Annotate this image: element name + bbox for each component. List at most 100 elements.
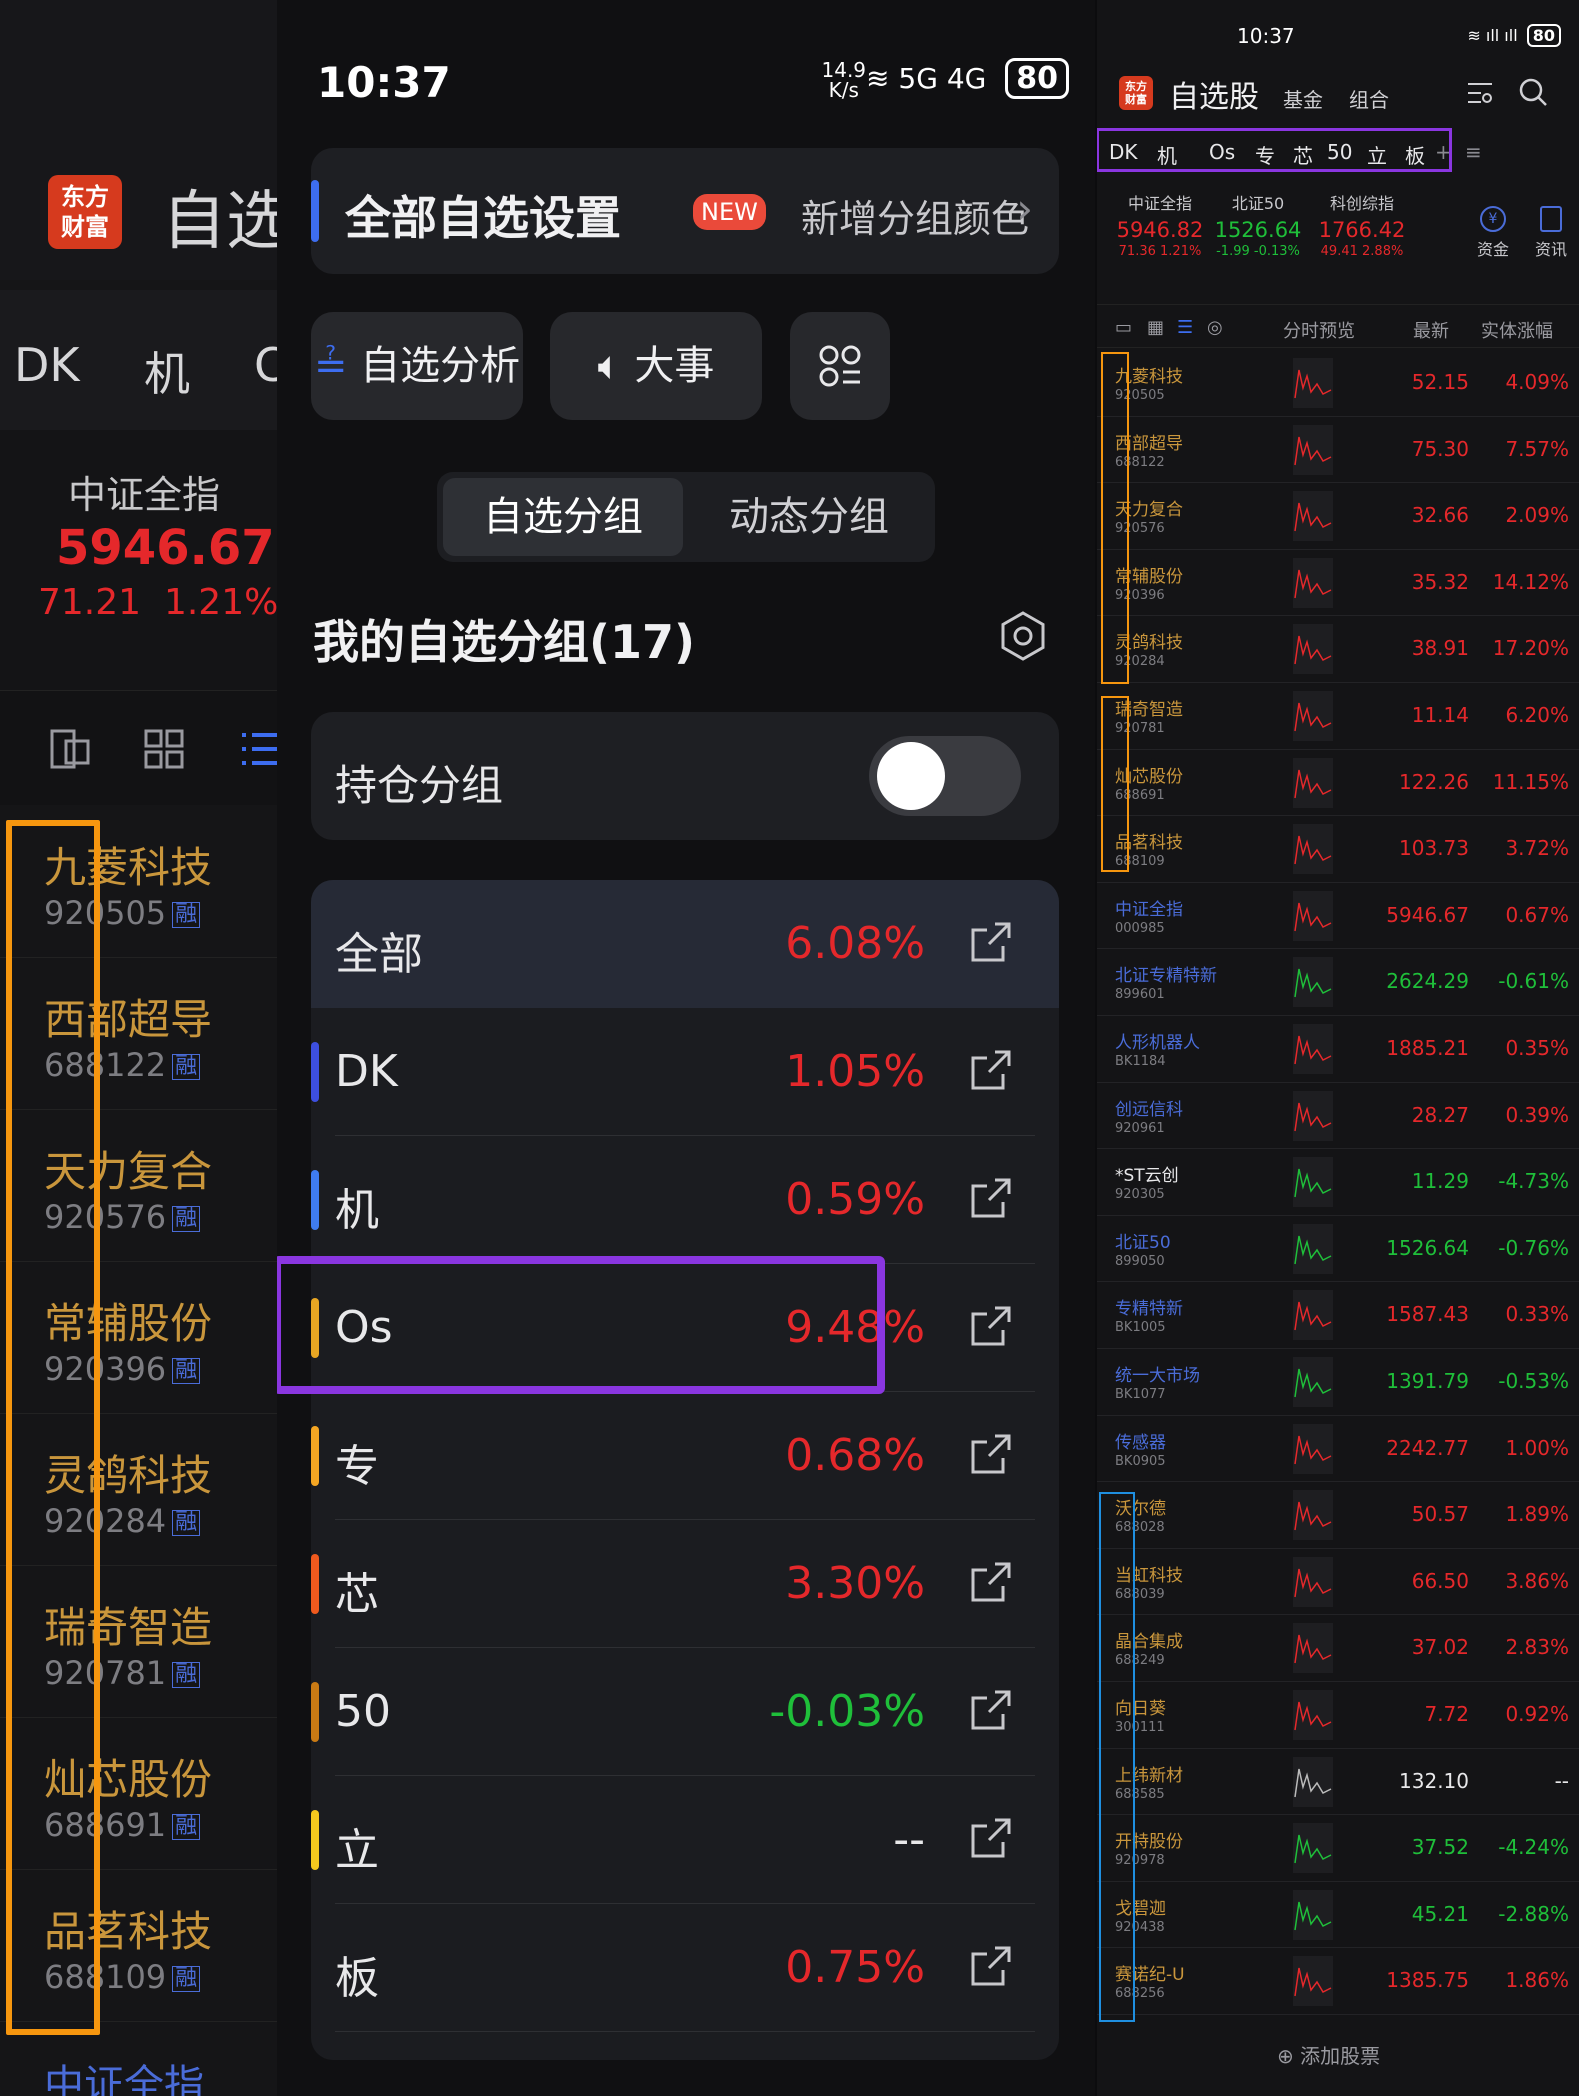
group-row[interactable]: 芯 3.30% — [311, 1520, 1059, 1648]
group-row[interactable]: 专 0.68% — [311, 1392, 1059, 1520]
table-row[interactable]: 创远信科 920961 28.27 0.39% — [1097, 1083, 1579, 1150]
share-icon[interactable] — [965, 1940, 1017, 1992]
group-row[interactable]: 立 -- — [311, 1776, 1059, 1904]
share-icon[interactable] — [965, 1428, 1017, 1480]
left-bottom-index[interactable]: 中证全指 — [44, 2052, 204, 2096]
col-preview[interactable]: 分时预览 — [1283, 317, 1355, 343]
grid-icon-small[interactable]: ▦ — [1147, 317, 1164, 338]
fund-flow-button[interactable]: ¥ 资金 — [1477, 206, 1509, 260]
table-row[interactable]: 专精特新 BK1005 1587.43 0.33% — [1097, 1282, 1579, 1349]
tab-combo[interactable]: 组合 — [1349, 84, 1389, 113]
layout-icon[interactable] — [48, 727, 92, 771]
table-row[interactable]: 北证50 899050 1526.64 -0.76% — [1097, 1216, 1579, 1283]
target-icon[interactable]: ◎ — [1207, 317, 1223, 338]
row-price: 66.50 — [1411, 1568, 1469, 1593]
holding-group-toggle[interactable] — [869, 736, 1021, 816]
share-icon[interactable] — [965, 1812, 1017, 1864]
share-icon[interactable] — [965, 1684, 1017, 1736]
sparkline — [1293, 1956, 1333, 2007]
row-code: BK1005 — [1115, 1320, 1166, 1336]
filter-menu-icon[interactable] — [1465, 78, 1495, 108]
table-row[interactable]: 赛诺纪-U 688256 1385.75 1.86% — [1097, 1948, 1579, 2015]
sparkline — [1293, 691, 1333, 741]
table-row[interactable]: 瑞奇智造 920781 11.14 6.20% — [1097, 683, 1579, 750]
table-row[interactable]: 向日葵 300111 7.72 0.92% — [1097, 1682, 1579, 1749]
index-change: -1.99 -0.13% — [1203, 244, 1313, 259]
table-row[interactable]: 上纬新材 688585 132.10 -- — [1097, 1749, 1579, 1816]
table-row[interactable]: 西部超导 688122 75.30 7.57% — [1097, 417, 1579, 484]
share-icon[interactable] — [965, 1172, 1017, 1224]
table-row[interactable]: 人形机器人 BK1184 1885.21 0.35% — [1097, 1016, 1579, 1083]
group-row[interactable]: 板 0.75% — [311, 1904, 1059, 2032]
grid-icon[interactable] — [142, 727, 186, 771]
index-change: 49.41 2.88% — [1307, 244, 1417, 259]
col-change[interactable]: 实体涨幅 — [1481, 317, 1553, 343]
tab-fund[interactable]: 基金 — [1283, 84, 1323, 113]
share-icon[interactable] — [965, 1300, 1017, 1352]
tab-ji[interactable]: 机 — [144, 338, 190, 404]
app-logo-right[interactable]: 东方 财富 — [1119, 76, 1153, 110]
news-button[interactable]: 资讯 — [1535, 206, 1567, 260]
table-row[interactable]: 灵鸽科技 920284 38.91 17.20% — [1097, 616, 1579, 683]
group-row[interactable]: 机 0.59% — [311, 1136, 1059, 1264]
share-icon[interactable] — [965, 1044, 1017, 1096]
row-code: BK0905 — [1115, 1453, 1166, 1469]
tab-dk[interactable]: DK — [14, 338, 80, 392]
index-quote[interactable]: 科创综指 1766.42 49.41 2.88% — [1307, 190, 1417, 259]
table-row[interactable]: 戈碧迦 920438 45.21 -2.88% — [1097, 1882, 1579, 1949]
net-speed: 14.9 K/s — [821, 58, 867, 102]
menu-icon[interactable]: ≡ — [1465, 140, 1482, 164]
major-events-button[interactable]: 🔈︎ 大事 — [550, 312, 762, 420]
more-apps-button[interactable] — [790, 312, 890, 420]
col-latest[interactable]: 最新 — [1413, 317, 1449, 343]
row-name: 创远信科 — [1115, 1099, 1183, 1120]
settings-hex-icon[interactable] — [997, 610, 1049, 662]
add-stock-button[interactable]: ⊕ 添加股票 — [1277, 2040, 1380, 2069]
new-feature-text: 新增分组颜色 — [801, 197, 1030, 241]
row-code: 899050 — [1115, 1253, 1165, 1269]
all-watchlist-settings[interactable]: 全部自选设置 NEW 新增分组颜色 › — [311, 148, 1059, 274]
table-row[interactable]: 中证全指 000985 5946.67 0.67% — [1097, 883, 1579, 950]
row-price: 11.29 — [1411, 1169, 1469, 1194]
share-icon[interactable] — [965, 1556, 1017, 1608]
index-price: 5946.82 — [1116, 218, 1204, 242]
table-row[interactable]: 开特股份 920978 37.52 -4.24% — [1097, 1815, 1579, 1882]
index-quote[interactable]: 北证50 1526.64 -1.99 -0.13% — [1203, 190, 1313, 259]
group-row[interactable]: 全部 6.08% — [311, 880, 1059, 1008]
tab-watchlist-groups[interactable]: 自选分组 — [443, 478, 683, 556]
group-name: 机 — [335, 1185, 379, 1236]
list-icon[interactable] — [238, 727, 282, 771]
row-price: 75.30 — [1411, 436, 1469, 461]
list-icon-small[interactable]: ☰ — [1177, 317, 1193, 338]
tab-dynamic-groups[interactable]: 动态分组 — [689, 478, 929, 556]
table-row[interactable]: 常辅股份 920396 35.32 14.12% — [1097, 550, 1579, 617]
row-change: 1.00% — [1505, 1435, 1569, 1460]
group-row[interactable]: 50 -0.03% — [311, 1648, 1059, 1776]
table-row[interactable]: 天力复合 920576 32.66 2.09% — [1097, 483, 1579, 550]
layout-icon-small[interactable]: ▭ — [1115, 317, 1132, 338]
page-title[interactable]: 自选股 — [1169, 72, 1259, 116]
watchlist-analysis-button[interactable]: ≟ 自选分析 — [311, 312, 523, 420]
row-change: -- — [1554, 1768, 1569, 1793]
row-price: 38.91 — [1411, 636, 1469, 661]
group-color-bar — [311, 1170, 319, 1230]
table-row[interactable]: 九菱科技 920505 52.15 4.09% — [1097, 350, 1579, 417]
table-row[interactable]: 当虹科技 688039 66.50 3.86% — [1097, 1549, 1579, 1616]
row-change: -4.24% — [1498, 1835, 1569, 1860]
table-row[interactable]: 灿芯股份 688691 122.26 11.15% — [1097, 750, 1579, 817]
index-quote[interactable]: 中证全指 5946.82 71.36 1.21% — [1105, 190, 1215, 259]
signal-icon: 5G 4G — [898, 62, 987, 95]
share-icon[interactable] — [965, 916, 1017, 968]
index-card[interactable]: 中证全指 5946.67 71.21 1.21% — [0, 430, 300, 690]
table-row[interactable]: *ST云创 920305 11.29 -4.73% — [1097, 1149, 1579, 1216]
table-row[interactable]: 沃尔德 688028 50.57 1.89% — [1097, 1482, 1579, 1549]
table-row[interactable]: 品茗科技 688109 103.73 3.72% — [1097, 816, 1579, 883]
table-row[interactable]: 北证专精特新 899601 2624.29 -0.61% — [1097, 949, 1579, 1016]
table-row[interactable]: 统一大市场 BK1077 1391.79 -0.53% — [1097, 1349, 1579, 1416]
table-row[interactable]: 传感器 BK0905 2242.77 1.00% — [1097, 1416, 1579, 1483]
group-row[interactable]: DK 1.05% — [311, 1008, 1059, 1136]
table-row[interactable]: 晶合集成 688249 37.02 2.83% — [1097, 1615, 1579, 1682]
margin-badge: 融 — [172, 902, 201, 928]
search-icon[interactable] — [1517, 76, 1549, 108]
row-price: 1385.75 — [1386, 1968, 1469, 1993]
